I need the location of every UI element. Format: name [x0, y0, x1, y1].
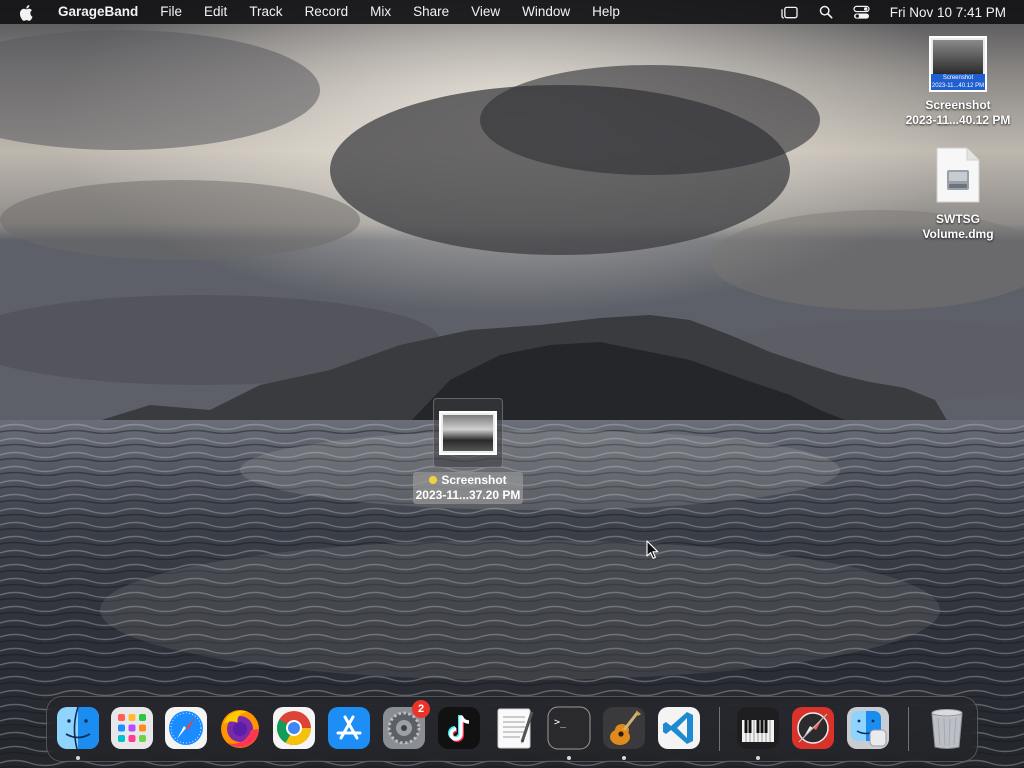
selection-highlight — [433, 398, 503, 468]
dock-trash[interactable] — [925, 706, 969, 750]
menu-bar: GarageBand File Edit Track Record Mix Sh… — [0, 0, 1024, 24]
dock-garageband[interactable] — [602, 706, 646, 760]
dock-vscode[interactable] — [657, 706, 701, 750]
desktop-icon-subtitle: Volume.dmg — [922, 227, 994, 241]
compass-icon — [792, 707, 834, 749]
desktop-icon-screenshot-2-selected[interactable]: Screenshot 2023-11...37.20 PM — [407, 398, 529, 504]
selected-label: Screenshot 2023-11...37.20 PM — [412, 472, 524, 504]
notification-badge: 2 — [412, 700, 430, 718]
dock-launchpad[interactable] — [110, 706, 154, 750]
desktop-icon-subtitle: 2023-11...40.12 PM — [905, 113, 1011, 127]
dock-separator — [719, 707, 720, 751]
dock-chrome[interactable] — [272, 706, 316, 750]
terminal-icon: >_ — [547, 706, 591, 750]
dock-finder-helper[interactable] — [846, 706, 890, 750]
textedit-icon — [497, 708, 534, 749]
dock-tiktok[interactable] — [437, 706, 481, 750]
tiktok-icon — [438, 707, 480, 749]
stage-manager-icon[interactable] — [779, 3, 801, 21]
dock-piano[interactable] — [736, 706, 780, 760]
dock-firefox[interactable] — [218, 706, 262, 750]
trash-icon — [931, 709, 963, 749]
desktop-icon-name: Screenshot — [925, 98, 991, 112]
desktop-icon-name: Screenshot — [441, 473, 507, 487]
desktop-icon-swtsg-dmg[interactable]: SWTSG Volume.dmg — [898, 146, 1018, 242]
desktop-icon-name: SWTSG — [936, 212, 980, 226]
app-name-menu[interactable]: GarageBand — [48, 0, 149, 24]
running-indicator — [76, 756, 80, 760]
screenshot-thumbnail-icon — [439, 411, 497, 455]
apple-menu-icon[interactable] — [18, 3, 36, 21]
running-indicator — [756, 756, 760, 760]
terminal-prompt: >_ — [554, 717, 567, 728]
finder-alt-icon — [847, 707, 889, 749]
dock-terminal[interactable]: >_ — [547, 706, 591, 760]
dock-system-settings[interactable]: 2 — [382, 700, 430, 750]
launchpad-icon — [111, 707, 153, 749]
menu-bar-clock[interactable]: Fri Nov 10 7:41 PM — [890, 5, 1006, 20]
dock-finder[interactable] — [56, 706, 100, 760]
running-indicator — [622, 756, 626, 760]
menu-help[interactable]: Help — [581, 0, 631, 24]
menu-edit[interactable]: Edit — [193, 0, 238, 24]
menu-file[interactable]: File — [149, 0, 193, 24]
desktop-icon-subtitle: 2023-11...37.20 PM — [415, 488, 521, 502]
thumbnail-caption: Screenshot 2023-11...40.12 PM — [931, 74, 985, 90]
desktop-icon-screenshot-1[interactable]: Screenshot 2023-11...40.12 PM Screenshot… — [898, 36, 1018, 128]
dock-safari[interactable] — [164, 706, 208, 750]
menu-record[interactable]: Record — [294, 0, 360, 24]
dock-textedit[interactable] — [492, 706, 536, 750]
control-center-icon[interactable] — [851, 3, 873, 21]
garageband-icon — [603, 707, 645, 749]
menu-mix[interactable]: Mix — [359, 0, 402, 24]
piano-icon — [737, 707, 779, 749]
vscode-icon — [658, 707, 700, 749]
dock-app-store[interactable] — [327, 706, 371, 750]
menu-share[interactable]: Share — [402, 0, 460, 24]
dock: 2 >_ — [46, 696, 978, 762]
mouse-pointer-icon — [646, 540, 659, 559]
safari-icon — [165, 707, 207, 749]
yellow-tag-icon — [429, 476, 438, 484]
menu-view[interactable]: View — [460, 0, 511, 24]
firefox-icon — [221, 710, 259, 748]
menu-track[interactable]: Track — [238, 0, 293, 24]
finder-icon — [57, 706, 99, 750]
disk-image-file-icon — [935, 146, 981, 204]
dock-compass-utility[interactable] — [791, 706, 835, 750]
spotlight-search-icon[interactable] — [815, 3, 837, 21]
app-store-icon — [328, 707, 370, 749]
running-indicator — [567, 756, 571, 760]
dock-separator — [908, 707, 909, 751]
chrome-icon — [273, 707, 315, 749]
screenshot-thumbnail-icon: Screenshot 2023-11...40.12 PM — [929, 36, 987, 92]
menu-window[interactable]: Window — [511, 0, 581, 24]
desktop-wallpaper — [0, 0, 1024, 768]
